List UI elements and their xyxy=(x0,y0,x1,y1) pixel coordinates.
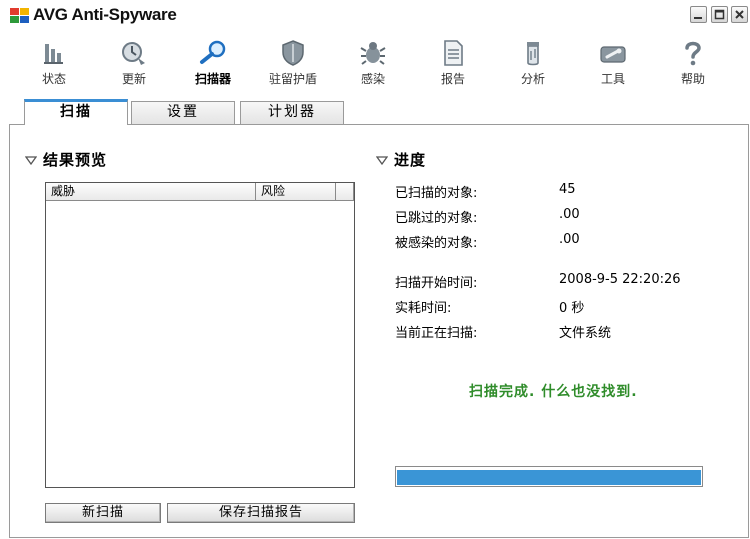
toolbar-label: 状态 xyxy=(41,72,66,86)
close-button[interactable] xyxy=(731,6,748,23)
shield-icon xyxy=(282,40,304,66)
toolbar-infections[interactable]: 感染 xyxy=(338,38,408,87)
minimize-button[interactable] xyxy=(690,6,707,23)
new-scan-button[interactable]: 新扫描 xyxy=(45,503,161,523)
elapsed-time-label: 实耗时间: xyxy=(395,301,452,316)
help-question-icon xyxy=(685,41,701,66)
results-preview-title: 结果预览 xyxy=(43,151,108,169)
scanned-objects-value: 45 xyxy=(559,182,576,197)
toolbar-tools[interactable]: 工具 xyxy=(578,38,648,87)
currently-scanning-label: 当前正在扫描: xyxy=(395,326,478,341)
collapse-triangle-icon xyxy=(376,156,388,165)
scan-start-time-label: 扫描开始时间: xyxy=(395,276,478,291)
tools-wrench-icon xyxy=(600,46,626,63)
scan-progress-bar xyxy=(395,466,703,487)
infected-objects-value: .00 xyxy=(559,232,580,247)
toolbar-status[interactable]: 状态 xyxy=(19,38,89,87)
toolbar-report[interactable]: 报告 xyxy=(418,38,488,87)
update-clock-icon xyxy=(122,42,145,65)
main-toolbar: 状态 更新 扫描器 驻留护盾 感染 报告 分析 工具 帮助 xyxy=(0,32,750,94)
toolbar-help[interactable]: 帮助 xyxy=(658,38,728,87)
toolbar-resident-shield[interactable]: 驻留护盾 xyxy=(258,38,328,87)
window-title: AVG Anti-Spyware xyxy=(33,5,177,24)
scan-progress-fill xyxy=(397,470,701,485)
infected-objects-label: 被感染的对象: xyxy=(395,236,478,251)
toolbar-label: 帮助 xyxy=(680,72,705,86)
avg-logo xyxy=(10,8,30,24)
progress-title: 进度 xyxy=(394,151,427,169)
results-preview-header[interactable]: 结果预览 xyxy=(25,149,107,170)
title-bar: AVG Anti-Spyware xyxy=(0,0,750,32)
analysis-jar-icon xyxy=(527,42,539,66)
skipped-objects-label: 已跳过的对象: xyxy=(395,211,478,226)
toolbar-analysis[interactable]: 分析 xyxy=(498,38,568,87)
toolbar-label: 更新 xyxy=(121,72,146,86)
save-scan-report-button[interactable]: 保存扫描报告 xyxy=(167,503,355,523)
toolbar-label: 报告 xyxy=(440,72,465,86)
column-header-extra[interactable] xyxy=(336,183,354,201)
toolbar-label: 扫描器 xyxy=(194,72,231,86)
skipped-objects-value: .00 xyxy=(559,207,580,222)
toolbar-label: 感染 xyxy=(360,72,385,86)
close-icon xyxy=(735,10,744,19)
scan-panel: 结果预览 威胁 风险 新扫描 保存扫描报告 进度 已扫描的对象: 45 已跳过的… xyxy=(9,124,749,538)
elapsed-time-value: 0 秒 xyxy=(559,301,585,316)
toolbar-label: 工具 xyxy=(600,72,625,86)
progress-header[interactable]: 进度 xyxy=(376,149,426,170)
column-header-risk[interactable]: 风险 xyxy=(256,183,336,201)
scanner-magnifier-icon xyxy=(200,40,226,64)
scanned-objects-label: 已扫描的对象: xyxy=(395,186,478,201)
currently-scanning-value: 文件系统 xyxy=(559,326,612,341)
toolbar-label: 驻留护盾 xyxy=(268,72,317,86)
maximize-button[interactable] xyxy=(711,6,728,23)
toolbar-update[interactable]: 更新 xyxy=(99,38,169,87)
status-bars-icon xyxy=(44,44,63,64)
tab-scheduler[interactable]: 计划器 xyxy=(240,101,344,124)
tab-settings[interactable]: 设置 xyxy=(131,101,235,124)
report-document-icon xyxy=(444,40,463,66)
bug-icon xyxy=(360,42,386,65)
scan-complete-message: 扫描完成. 什么也没找到. xyxy=(469,384,638,400)
toolbar-scanner[interactable]: 扫描器 xyxy=(178,38,248,87)
collapse-triangle-icon xyxy=(25,156,37,165)
scan-start-time-value: 2008-9-5 22:20:26 xyxy=(559,272,681,287)
minimize-icon xyxy=(694,17,702,19)
tab-scan[interactable]: 扫描 xyxy=(24,99,128,125)
toolbar-label: 分析 xyxy=(520,72,545,86)
maximize-icon xyxy=(714,9,725,20)
results-list[interactable]: 威胁 风险 xyxy=(45,182,355,488)
column-header-threat[interactable]: 威胁 xyxy=(46,183,256,201)
